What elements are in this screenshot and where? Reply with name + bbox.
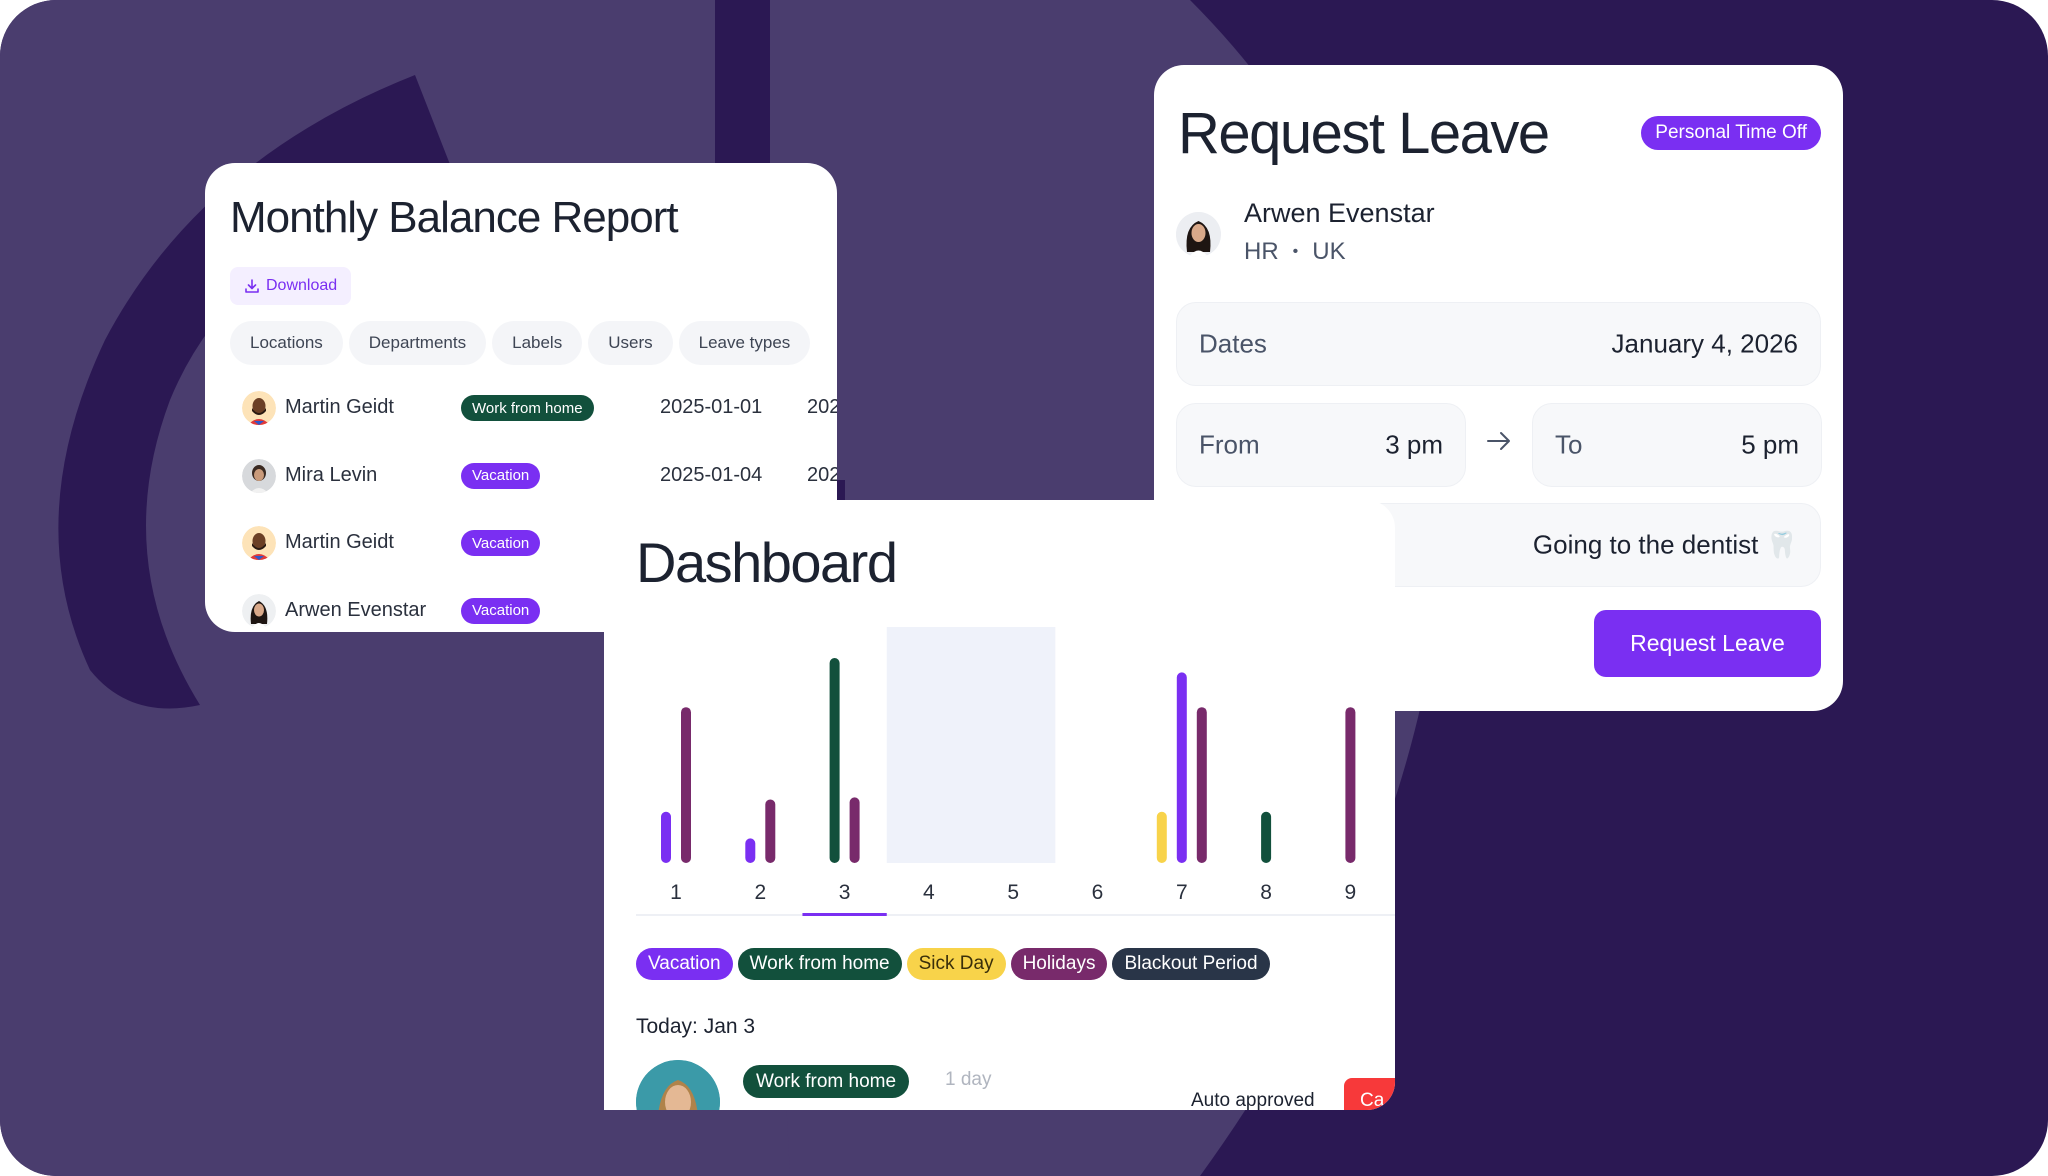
reason-value: Going to the dentist 🦷 bbox=[1532, 529, 1798, 560]
blackout-region bbox=[886, 627, 1056, 863]
selected-day-indicator bbox=[802, 913, 887, 916]
filter-labels[interactable]: Labels bbox=[492, 321, 583, 365]
bar-vacation bbox=[745, 838, 756, 863]
user-name: Arwen Evenstar bbox=[1244, 198, 1435, 228]
request-leave-title: Request Leave bbox=[1178, 101, 1550, 166]
bar-holidays bbox=[1196, 707, 1207, 863]
legend-vacation[interactable]: Vacation bbox=[636, 948, 733, 980]
legend-work-from-home[interactable]: Work from home bbox=[737, 948, 902, 980]
table-row[interactable]: Martin Geidt Work from home 2025-01-01 2… bbox=[205, 373, 837, 441]
avatar bbox=[1176, 212, 1221, 257]
download-icon bbox=[245, 279, 259, 293]
monthly-report-title: Monthly Balance Report bbox=[230, 193, 679, 242]
leave-type-badge: Vacation bbox=[461, 530, 541, 556]
bar-sick-day bbox=[1156, 811, 1167, 863]
filter-locations[interactable]: Locations bbox=[230, 321, 343, 365]
end-date: 202 bbox=[807, 463, 837, 486]
x-tick-label: 9 bbox=[1345, 881, 1357, 904]
bar-vacation bbox=[661, 811, 671, 863]
legend-sick-day[interactable]: Sick Day bbox=[906, 948, 1006, 980]
x-tick-label: 4 bbox=[923, 881, 935, 904]
separator-dot: • bbox=[1292, 243, 1299, 260]
download-label: Download bbox=[266, 277, 338, 294]
user-location: UK bbox=[1312, 238, 1346, 265]
x-tick-label: 1 bbox=[670, 881, 682, 904]
avatar bbox=[242, 458, 276, 493]
today-label: Today: Jan 3 bbox=[636, 1015, 756, 1038]
filter-leave-types[interactable]: Leave types bbox=[678, 321, 811, 365]
background: Monthly Balance Report Download Location… bbox=[0, 0, 2048, 1176]
leave-type-badge: Work from home bbox=[743, 1065, 910, 1098]
leave-category-badge[interactable]: Personal Time Off bbox=[1641, 116, 1821, 150]
x-tick-label: 8 bbox=[1260, 881, 1272, 904]
employee-name: Martin Geidt bbox=[285, 396, 394, 418]
from-value: 3 pm bbox=[1385, 429, 1443, 460]
legend-holidays[interactable]: Holidays bbox=[1010, 948, 1108, 980]
filter-users[interactable]: Users bbox=[588, 321, 673, 365]
cancel-button[interactable]: Ca bbox=[1344, 1078, 1395, 1110]
avatar bbox=[242, 391, 276, 425]
avatar bbox=[636, 1060, 720, 1110]
x-tick-label: 6 bbox=[1092, 881, 1104, 904]
bar-holidays bbox=[1345, 707, 1356, 863]
user-meta: HR • UK bbox=[1244, 238, 1346, 266]
employee-name: Mira Levin bbox=[285, 463, 378, 486]
bar-work-from-home bbox=[1261, 811, 1272, 863]
legend-blackout-period[interactable]: Blackout Period bbox=[1112, 948, 1270, 980]
download-button[interactable]: Download bbox=[230, 267, 352, 305]
end-date: 202 bbox=[807, 396, 837, 418]
avatar bbox=[242, 526, 276, 560]
leave-type-badge: Work from home bbox=[461, 395, 594, 421]
avatar bbox=[242, 593, 276, 628]
dashboard-card: Dashboard 123456789 Vacation Work from h… bbox=[604, 500, 1395, 1110]
bar-holidays bbox=[849, 797, 860, 863]
leave-duration: 1 day bbox=[945, 1069, 992, 1090]
dates-value: January 4, 2026 bbox=[1611, 328, 1798, 359]
x-tick-label: 3 bbox=[839, 881, 851, 904]
from-label: From bbox=[1199, 429, 1260, 460]
bar-vacation bbox=[1176, 672, 1187, 863]
from-time-field[interactable]: From 3 pm bbox=[1176, 403, 1466, 487]
bar-work-from-home bbox=[829, 658, 840, 863]
bar-holidays bbox=[681, 707, 691, 863]
x-tick-label: 5 bbox=[1007, 881, 1019, 904]
to-label: To bbox=[1555, 429, 1583, 460]
to-value: 5 pm bbox=[1741, 429, 1799, 460]
filter-tabs: Locations Departments Labels Users Leave… bbox=[230, 321, 811, 365]
filter-departments[interactable]: Departments bbox=[348, 321, 487, 365]
leave-bar-chart: 1 2 3 4 5 6 7 8 9 bbox=[636, 627, 1395, 916]
arrow-right-icon bbox=[1487, 432, 1510, 450]
user-department: HR bbox=[1244, 238, 1279, 265]
dates-field[interactable]: Dates January 4, 2026 bbox=[1176, 302, 1821, 386]
leave-type-badge: Vacation bbox=[461, 462, 541, 489]
dates-label: Dates bbox=[1199, 328, 1267, 359]
request-leave-button[interactable]: Request Leave bbox=[1594, 610, 1821, 677]
table-row[interactable]: Mira Levin Vacation 2025-01-04 202 bbox=[205, 441, 837, 509]
leave-type-badge: Vacation bbox=[461, 597, 541, 624]
employee-name: Arwen Evenstar bbox=[285, 598, 427, 621]
x-tick-label: 2 bbox=[754, 881, 766, 904]
start-date: 2025-01-04 bbox=[660, 463, 763, 486]
chart-legend: Vacation Work from home Sick Day Holiday… bbox=[636, 948, 1270, 980]
to-time-field[interactable]: To 5 pm bbox=[1532, 403, 1822, 487]
x-tick-label: 7 bbox=[1176, 881, 1188, 904]
bar-holidays bbox=[765, 799, 776, 863]
employee-name: Martin Geidt bbox=[285, 531, 394, 553]
start-date: 2025-01-01 bbox=[660, 396, 763, 418]
approval-status: Auto approved bbox=[1191, 1090, 1315, 1110]
